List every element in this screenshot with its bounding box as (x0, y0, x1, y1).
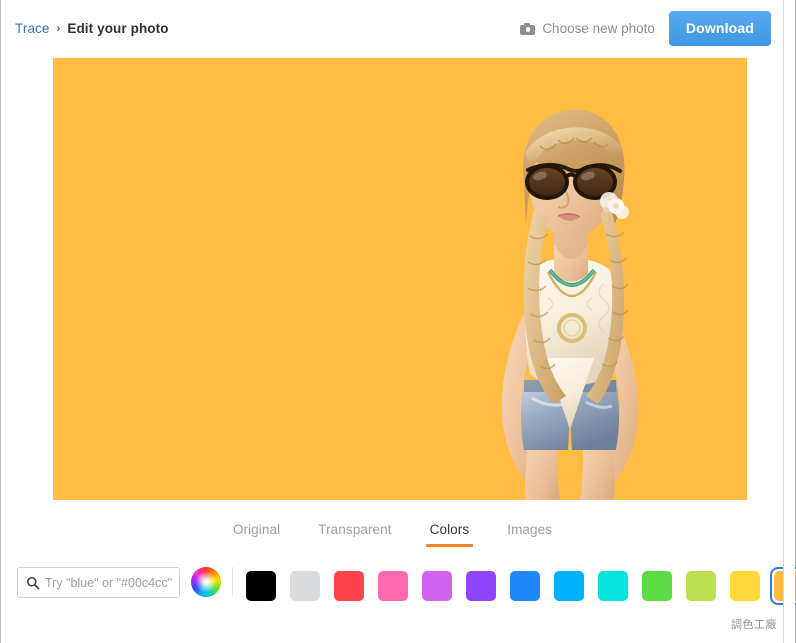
view-mode-tabs: Original Transparent Colors Images (1, 516, 784, 547)
tab-original[interactable]: Original (229, 516, 284, 547)
app-window: Trace › Edit your photo Choose new photo… (0, 0, 796, 643)
vertical-scrollbar[interactable] (783, 0, 795, 643)
swatch-chip (334, 571, 364, 601)
swatch-light-gray[interactable] (286, 567, 324, 605)
swatch-chip (290, 571, 320, 601)
app-header: Trace › Edit your photo Choose new photo… (1, 0, 784, 57)
color-swatch-list (242, 567, 796, 605)
swatch-chip (554, 571, 584, 601)
swatch-cyan[interactable] (594, 567, 632, 605)
tab-colors-label: Colors (429, 522, 470, 537)
download-button[interactable]: Download (668, 11, 771, 46)
breadcrumb-separator-icon: › (56, 22, 61, 35)
choose-new-photo-button[interactable]: Choose new photo (520, 21, 655, 36)
swatch-chip (730, 571, 760, 601)
tab-original-label: Original (232, 522, 281, 537)
watermark: 調色工廠 (728, 614, 780, 634)
breadcrumb: Trace › Edit your photo (15, 21, 169, 36)
photo-subject (501, 109, 639, 500)
swatch-chip (378, 571, 408, 601)
color-search-input[interactable] (45, 575, 179, 590)
tab-images-label: Images (507, 522, 553, 537)
swatch-orchid[interactable] (418, 567, 456, 605)
toolbar-divider (232, 567, 233, 597)
breadcrumb-root-link[interactable]: Trace (15, 21, 50, 36)
swatch-black[interactable] (242, 567, 280, 605)
tab-transparent-label: Transparent (318, 522, 392, 537)
breadcrumb-current-page: Edit your photo (67, 21, 169, 36)
swatch-chip (598, 571, 628, 601)
tab-transparent[interactable]: Transparent (314, 516, 395, 547)
swatch-chip (642, 571, 672, 601)
swatch-chip (466, 571, 496, 601)
swatch-chip (510, 571, 540, 601)
color-search-box[interactable] (17, 567, 180, 598)
swatch-chip (246, 571, 276, 601)
swatch-red[interactable] (330, 567, 368, 605)
swatch-yellow[interactable] (726, 567, 764, 605)
color-picker-bar (1, 558, 796, 643)
header-actions: Choose new photo Download (520, 11, 771, 46)
swatch-chip (686, 571, 716, 601)
swatch-green[interactable] (638, 567, 676, 605)
choose-new-photo-label: Choose new photo (542, 21, 655, 36)
swatch-sky-blue[interactable] (550, 567, 588, 605)
swatch-pink[interactable] (374, 567, 412, 605)
photo-canvas[interactable] (53, 58, 747, 500)
camera-icon (520, 22, 536, 35)
swatch-purple[interactable] (462, 567, 500, 605)
search-icon (26, 576, 40, 590)
swatch-blue[interactable] (506, 567, 544, 605)
swatch-lime[interactable] (682, 567, 720, 605)
tab-images[interactable]: Images (503, 516, 556, 547)
custom-color-wheel-button[interactable] (191, 567, 221, 597)
tab-colors[interactable]: Colors (425, 516, 474, 547)
swatch-chip (422, 571, 452, 601)
